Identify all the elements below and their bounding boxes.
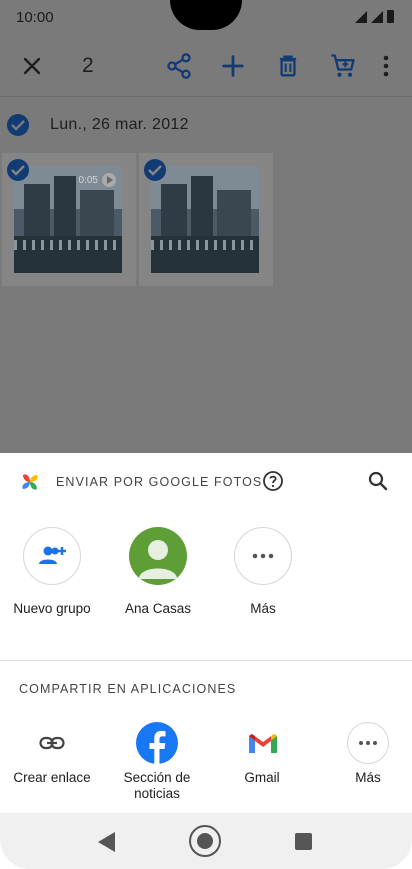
sheet-divider bbox=[0, 660, 412, 661]
system-icons bbox=[355, 10, 394, 23]
back-icon[interactable] bbox=[98, 832, 115, 852]
create-link-label: Crear enlace bbox=[13, 770, 91, 785]
play-icon bbox=[102, 173, 116, 187]
avatar[interactable] bbox=[129, 527, 187, 585]
new-group-contact[interactable]: Nuevo grupo bbox=[2, 527, 102, 616]
link-icon[interactable] bbox=[30, 721, 74, 765]
recent-apps-icon[interactable] bbox=[295, 833, 312, 850]
send-by-google-photos-title: ENVIAR POR GOOGLE FOTOS bbox=[56, 475, 263, 489]
trash-icon[interactable] bbox=[274, 52, 302, 80]
more-horiz-icon bbox=[252, 553, 274, 559]
date-label: Lun., 26 mar. 2012 bbox=[50, 116, 189, 133]
more-contacts-button[interactable] bbox=[234, 527, 292, 585]
more-contacts[interactable]: Más bbox=[213, 527, 313, 616]
video-thumbnail[interactable]: 0:05 bbox=[2, 153, 136, 286]
toolbar-divider bbox=[0, 96, 412, 97]
battery-icon bbox=[387, 10, 394, 23]
more-apps-button[interactable] bbox=[346, 721, 390, 765]
group-add-icon bbox=[39, 546, 66, 564]
contact-ana-casas[interactable]: Ana Casas bbox=[108, 527, 208, 616]
share-in-apps-title: COMPARTIR EN APLICACIONES bbox=[19, 682, 237, 696]
cart-icon[interactable] bbox=[329, 52, 357, 80]
search-icon[interactable] bbox=[366, 469, 390, 493]
item-check-icon[interactable] bbox=[7, 159, 29, 181]
more-horiz-icon bbox=[359, 741, 377, 745]
date-header: Lun., 26 mar. 2012 bbox=[0, 110, 412, 142]
more-apps-label: Más bbox=[355, 770, 381, 785]
news-section-label: Sección de noticias bbox=[123, 770, 191, 801]
photo-preview-image bbox=[151, 166, 259, 273]
selected-count: 2 bbox=[82, 54, 94, 77]
share-icon[interactable] bbox=[165, 52, 193, 80]
status-bar: 10:00 bbox=[0, 0, 412, 34]
create-link-app[interactable]: Crear enlace bbox=[2, 721, 102, 786]
contact-name: Ana Casas bbox=[124, 601, 192, 616]
selection-toolbar: 2 bbox=[0, 40, 412, 92]
wifi-icon bbox=[355, 11, 367, 23]
person-avatar-icon bbox=[139, 540, 177, 579]
gmail-app[interactable]: Gmail bbox=[212, 721, 312, 786]
photo-gallery-scrim[interactable]: 10:00 2 Lun., 26 mar. 2012 0:05 bbox=[0, 0, 412, 453]
google-photos-logo-icon bbox=[22, 474, 38, 490]
add-icon[interactable] bbox=[219, 52, 247, 80]
phone-screen: 10:00 2 Lun., 26 mar. 2012 0:05 ENVIAR P… bbox=[0, 0, 412, 869]
item-check-icon[interactable] bbox=[144, 159, 166, 181]
home-icon[interactable] bbox=[189, 825, 221, 857]
facebook-news-app[interactable]: Sección de noticias bbox=[107, 721, 207, 802]
navigation-bar bbox=[0, 813, 412, 869]
video-duration: 0:05 bbox=[78, 175, 98, 186]
more-vert-icon[interactable] bbox=[376, 52, 396, 80]
date-check-icon[interactable] bbox=[7, 114, 29, 136]
more-contacts-label: Más bbox=[250, 601, 276, 616]
gmail-label: Gmail bbox=[244, 770, 280, 785]
close-icon[interactable] bbox=[20, 54, 44, 78]
status-time: 10:00 bbox=[16, 9, 54, 26]
photo-thumbnail[interactable] bbox=[139, 153, 273, 286]
new-group-label: Nuevo grupo bbox=[13, 601, 91, 616]
video-preview-image: 0:05 bbox=[14, 166, 122, 273]
more-apps[interactable]: Más bbox=[318, 721, 412, 786]
camera-notch bbox=[170, 0, 242, 30]
help-icon[interactable] bbox=[262, 470, 284, 492]
facebook-icon[interactable] bbox=[135, 721, 179, 765]
gmail-icon[interactable] bbox=[240, 721, 284, 765]
share-sheet: ENVIAR POR GOOGLE FOTOS Nuevo grupo Ana … bbox=[0, 453, 412, 813]
new-group-button[interactable] bbox=[23, 527, 81, 585]
signal-icon bbox=[371, 11, 383, 23]
